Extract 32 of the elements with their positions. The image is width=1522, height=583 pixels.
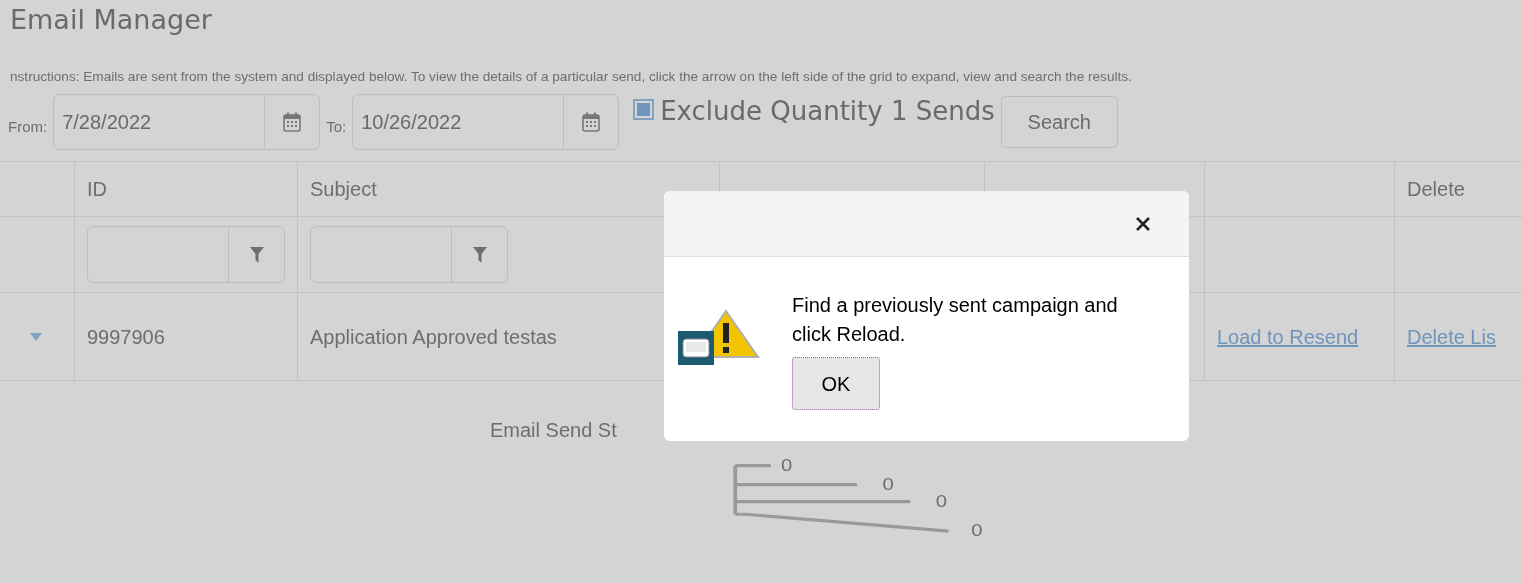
expand-arrow-icon[interactable] xyxy=(30,331,42,342)
column-header[interactable]: ID xyxy=(87,174,107,204)
data-label: 0 xyxy=(971,521,983,540)
data-label: 0 xyxy=(882,474,894,494)
resend-link[interactable]: Load to Resend xyxy=(1217,321,1359,352)
data-label: 0 xyxy=(935,491,948,511)
table-cell-text: 9997906 xyxy=(87,324,165,350)
close-icon[interactable] xyxy=(1135,215,1151,232)
exclude-checkbox[interactable] xyxy=(633,99,655,120)
from-label: From: xyxy=(8,116,48,137)
instructions-text: nstructions: Emails are sent from the system and displayed below. To view the details of a particular send, click the arrow on the left side of the grid to expand, view and search the results. xyxy=(9,68,1133,86)
page-title: Email Manager xyxy=(9,3,213,37)
dialog-message: Find a previously sent campaign and click Reload. xyxy=(792,293,1119,347)
calendar-icon xyxy=(283,112,302,132)
column-header[interactable]: Subject xyxy=(310,174,377,204)
filter-icon[interactable] xyxy=(472,246,487,263)
data-label: 0 xyxy=(780,455,793,475)
exclude-label: Exclude Quantity 1 Sends xyxy=(660,95,995,128)
calendar-icon xyxy=(582,112,601,132)
filter-icon[interactable] xyxy=(249,246,264,263)
filter-field[interactable] xyxy=(310,226,508,283)
warning-window-icon xyxy=(678,309,760,365)
table-cell-text: Application Approved testas xyxy=(310,324,557,350)
to-date-field[interactable]: 10/26/2022 xyxy=(352,94,620,150)
chart-title: Email Send St xyxy=(490,418,617,443)
search-button[interactable]: Search xyxy=(1000,96,1118,148)
from-date-field[interactable]: 7/28/2022 xyxy=(53,94,321,150)
ok-button[interactable]: OK xyxy=(792,357,880,410)
delete-link[interactable]: Delete Lis xyxy=(1407,321,1496,352)
filter-field[interactable] xyxy=(87,226,285,283)
column-header[interactable]: Delete xyxy=(1407,174,1465,204)
to-label: To: xyxy=(326,116,347,137)
